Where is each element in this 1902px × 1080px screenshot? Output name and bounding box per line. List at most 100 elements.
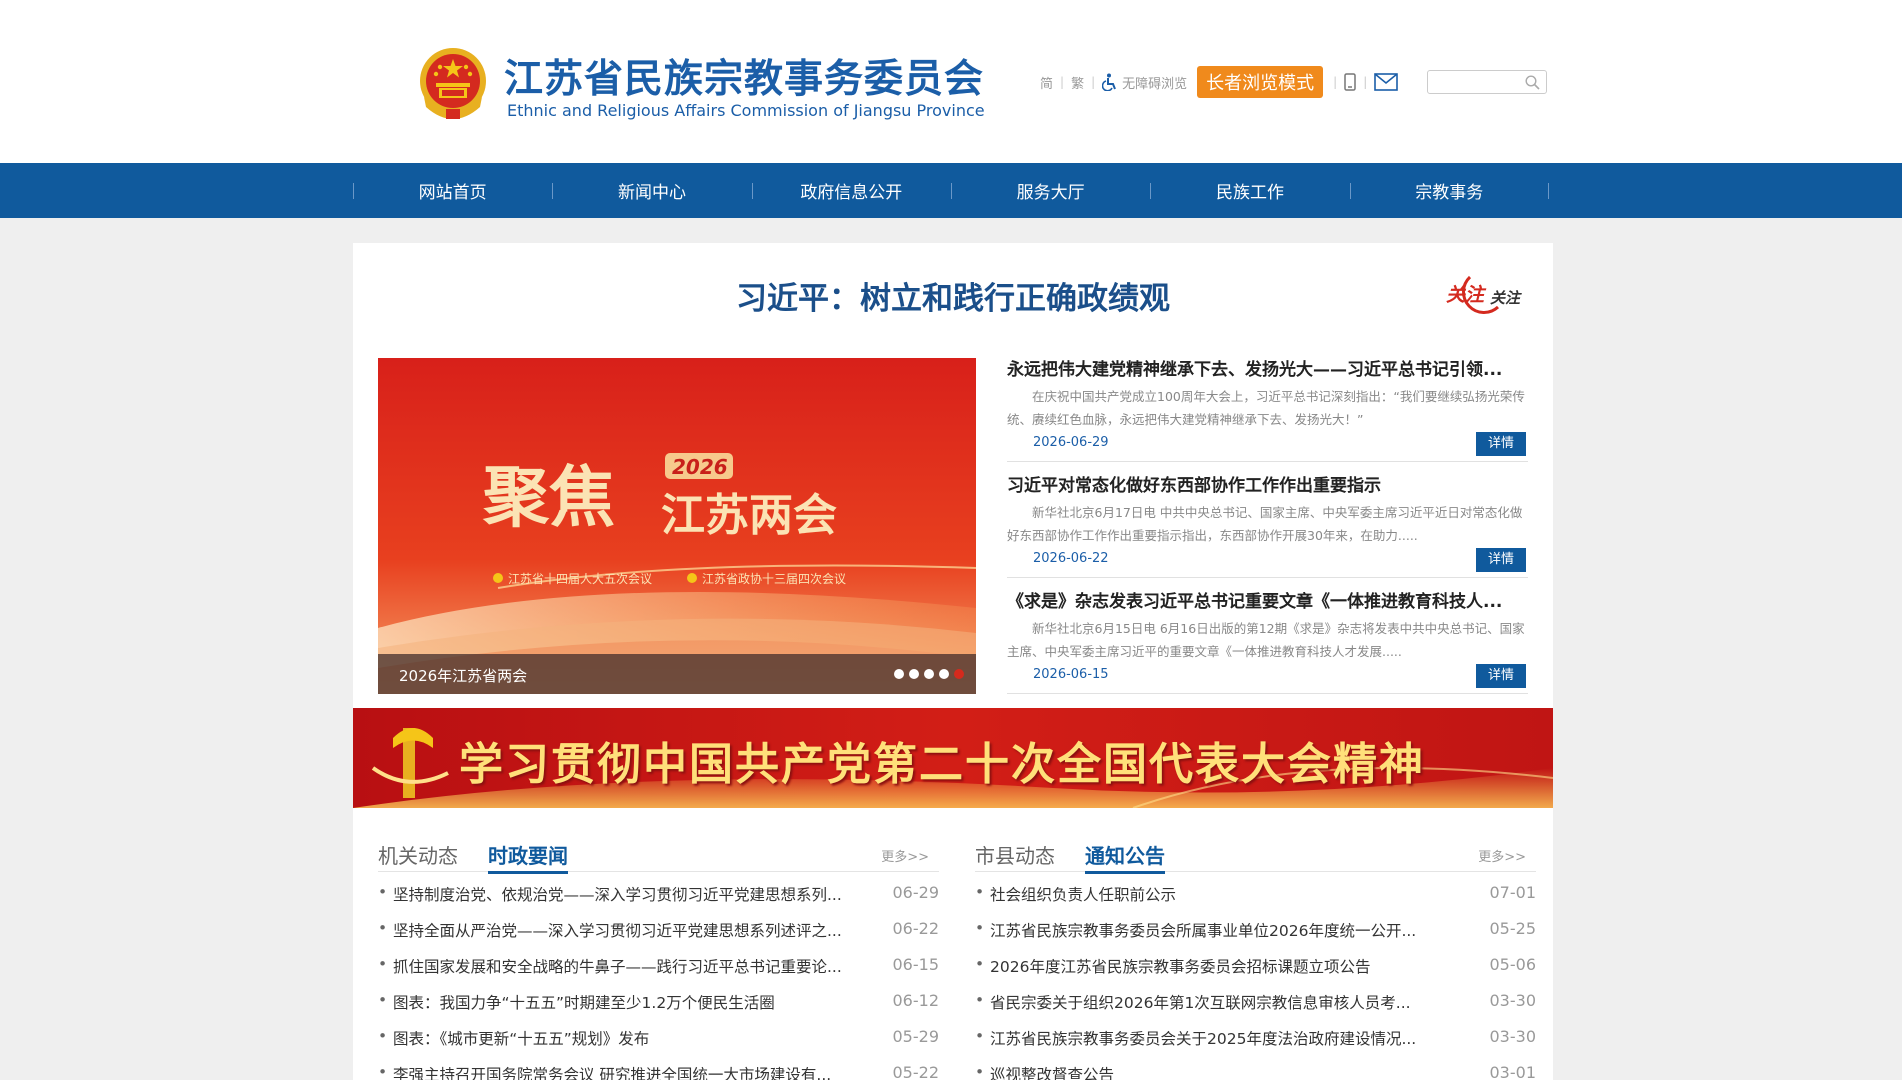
news-date: 2026-06-15: [1033, 667, 1109, 682]
list-item-date: 07-01: [1489, 883, 1537, 902]
accessibility-icon[interactable]: [1102, 73, 1118, 91]
list-item[interactable]: • 社会组织负责人任职前公示 07-01: [975, 883, 1536, 919]
simplified-chinese-link[interactable]: 简: [1040, 73, 1053, 92]
carousel-caption-bar: 2026年江苏省两会: [378, 654, 976, 694]
list-item-title[interactable]: 抓住国家发展和安全战略的牛鼻子——践行习近平总书记重要论...: [393, 955, 863, 977]
bullet: •: [378, 991, 388, 1009]
list-item-date: 05-06: [1489, 955, 1537, 974]
news-title[interactable]: 《求是》杂志发表习近平总书记重要文章《一体推进教育科技人...: [1007, 587, 1528, 612]
carousel-dot[interactable]: [939, 669, 949, 679]
bullet: •: [975, 991, 985, 1009]
list-item-title[interactable]: 图表：我国力争“十五五”时期建至少1.2万个便民生活圈: [393, 991, 863, 1013]
tab-city-county-news[interactable]: 市县动态: [975, 840, 1055, 869]
carousel-dot[interactable]: [924, 669, 934, 679]
site-subtitle: Ethnic and Religious Affairs Commission …: [507, 101, 985, 120]
site-header: 江苏省民族宗教事务委员会 Ethnic and Religious Affair…: [0, 0, 1902, 163]
list-item-date: 05-22: [892, 1063, 940, 1080]
nav-item-ethnic-work[interactable]: 民族工作: [1150, 163, 1349, 218]
list-item[interactable]: • 省民宗委关于组织2026年第1次互联网宗教信息审核人员考... 03-30: [975, 991, 1536, 1027]
news-title[interactable]: 习近平对常态化做好东西部协作工作作出重要指示: [1007, 471, 1528, 496]
mail-icon[interactable]: [1374, 73, 1399, 91]
list-item-title[interactable]: 社会组织负责人任职前公示: [990, 883, 1460, 905]
carousel-dots: [894, 669, 964, 679]
list-item-title[interactable]: 李强主持召开国务院常务会议 研究推进全国统一大市场建设有...: [393, 1063, 863, 1080]
list-item[interactable]: • 巡视整改督查公告 03-01: [975, 1063, 1536, 1080]
search-icon[interactable]: [1525, 75, 1540, 90]
tab-announcements[interactable]: 通知公告: [1085, 840, 1165, 874]
list-item[interactable]: • 图表：我国力争“十五五”时期建至少1.2万个便民生活圈 06-12: [378, 991, 939, 1027]
list-item[interactable]: • 坚持全面从严治党——深入学习贯彻习近平党建思想系列述评之... 06-22: [378, 919, 939, 955]
list-item[interactable]: • 江苏省民族宗教事务委员会所属事业单位2026年度统一公开... 05-25: [975, 919, 1536, 955]
list-item-title[interactable]: 江苏省民族宗教事务委员会关于2025年度法治政府建设情况...: [990, 1027, 1460, 1049]
nav-item-service-hall[interactable]: 服务大厅: [950, 163, 1150, 218]
main-content: 习近平：树立和践行正确政绩观 关注 关注 聚焦 2026 江苏两会 江苏省十四届…: [353, 243, 1553, 1080]
featured-news-list: 永远把伟大建党精神继承下去、发扬光大——习近平总书记引领... 在庆祝中国共产党…: [1007, 346, 1528, 694]
accessible-browsing-link[interactable]: 无障碍浏览: [1122, 73, 1187, 92]
right-news-rows: • 社会组织负责人任职前公示 07-01 • 江苏省民族宗教事务委员会所属事业单位20…: [975, 883, 1536, 1080]
list-item-title[interactable]: 省民宗委关于组织2026年第1次互联网宗教信息审核人员考...: [990, 991, 1460, 1013]
nav-item-home[interactable]: 网站首页: [353, 163, 552, 218]
left-tabs: 机关动态 时政要闻 更多>>: [378, 840, 939, 874]
news-summary: 新华社北京6月17日电 中共中央总书记、国家主席、中央军委主席习近平近日对常态化…: [1007, 505, 1523, 543]
national-emblem-logo: [420, 48, 486, 119]
carousel-dot[interactable]: [909, 669, 919, 679]
slide-sub2-text: 江苏省政协十三届四次会议: [702, 571, 846, 586]
list-item-date: 03-30: [1489, 991, 1537, 1010]
headline-link[interactable]: 习近平：树立和践行正确政绩观: [353, 273, 1553, 318]
list-item-title[interactable]: 巡视整改督查公告: [990, 1063, 1460, 1080]
nav-item-news-center[interactable]: 新闻中心: [552, 163, 751, 218]
traditional-chinese-link[interactable]: 繁: [1071, 73, 1084, 92]
list-item[interactable]: • 坚持制度治党、依规治党——深入学习贯彻习近平党建思想系列... 06-29: [378, 883, 939, 919]
carousel-caption[interactable]: 2026年江苏省两会: [399, 665, 527, 686]
news-item: 习近平对常态化做好东西部协作工作作出重要指示 新华社北京6月17日电 中共中央总…: [1007, 462, 1528, 578]
carousel-slide-image[interactable]: 聚焦 2026 江苏两会 江苏省十四届人大五次会议 江苏省政协十三届四次会议: [378, 358, 976, 694]
carousel-dot[interactable]: [894, 669, 904, 679]
bullet: •: [378, 955, 388, 973]
list-item-date: 03-30: [1489, 1027, 1537, 1046]
nav-item-religious-affairs[interactable]: 宗教事务: [1349, 163, 1549, 218]
site-title: 江苏省民族宗教事务委员会: [504, 57, 985, 102]
news-summary: 新华社北京6月15日电 6月16日出版的第12期《求是》杂志将发表中共中央总书记…: [1007, 621, 1525, 659]
news-item: 《求是》杂志发表习近平总书记重要文章《一体推进教育科技人... 新华社北京6月1…: [1007, 578, 1528, 694]
main-nav: 网站首页 新闻中心 政府信息公开 服务大厅 民族工作 宗教事务: [0, 163, 1902, 218]
image-carousel[interactable]: 聚焦 2026 江苏两会 江苏省十四届人大五次会议 江苏省政协十三届四次会议 2…: [378, 358, 976, 694]
list-item[interactable]: • 图表：《城市更新“十五五”规划》发布 05-29: [378, 1027, 939, 1063]
tab-current-affairs[interactable]: 时政要闻: [488, 840, 568, 874]
elder-mode-button[interactable]: 长者浏览模式: [1197, 66, 1324, 98]
more-link[interactable]: 更多>>: [1478, 846, 1526, 865]
bullet: •: [975, 1027, 985, 1045]
list-item-title[interactable]: 坚持制度治党、依规治党——深入学习贯彻习近平党建思想系列...: [393, 883, 863, 905]
list-item[interactable]: • 江苏省民族宗教事务委员会关于2025年度法治政府建设情况... 03-30: [975, 1027, 1536, 1063]
mobile-phone-icon[interactable]: [1344, 73, 1356, 91]
detail-button[interactable]: 详情: [1476, 432, 1526, 456]
search-input[interactable]: [1432, 71, 1520, 93]
detail-button[interactable]: 详情: [1476, 664, 1526, 688]
detail-button[interactable]: 详情: [1476, 548, 1526, 572]
party-congress-banner[interactable]: 学习贯彻中国共产党第二十次全国代表大会精神: [353, 708, 1553, 808]
nav-item-gov-info[interactable]: 政府信息公开: [751, 163, 951, 218]
more-link[interactable]: 更多>>: [881, 846, 929, 865]
list-item[interactable]: • 抓住国家发展和安全战略的牛鼻子——践行习近平总书记重要论... 06-15: [378, 955, 939, 991]
list-item-date: 03-01: [1489, 1063, 1537, 1080]
carousel-dot-active[interactable]: [954, 669, 964, 679]
list-item-title[interactable]: 图表：《城市更新“十五五”规划》发布: [393, 1027, 863, 1049]
bullet: •: [975, 919, 985, 937]
list-item-title[interactable]: 2026年度江苏省民族宗教事务委员会招标课题立项公告: [990, 955, 1460, 977]
focus-badge-logo: 关注 关注: [1446, 275, 1522, 314]
list-item-date: 05-29: [892, 1027, 940, 1046]
slide-sub1-text: 江苏省十四届人大五次会议: [508, 572, 652, 586]
list-item-title[interactable]: 江苏省民族宗教事务委员会所属事业单位2026年度统一公开...: [990, 919, 1460, 941]
list-item-title[interactable]: 坚持全面从严治党——深入学习贯彻习近平党建思想系列述评之...: [393, 919, 863, 941]
list-item[interactable]: • 2026年度江苏省民族宗教事务委员会招标课题立项公告 05-06: [975, 955, 1536, 991]
banner-text: 学习贯彻中国共产党第二十次全国代表大会精神: [459, 739, 1425, 790]
tab-agency-news[interactable]: 机关动态: [378, 840, 458, 869]
search-box[interactable]: [1427, 70, 1547, 94]
svg-text:关注: 关注: [1446, 284, 1487, 306]
news-title[interactable]: 永远把伟大建党精神继承下去、发扬光大——习近平总书记引领...: [1007, 355, 1528, 380]
main-nav-items: 网站首页 新闻中心 政府信息公开 服务大厅 民族工作 宗教事务: [353, 163, 1549, 218]
tool-separator: |: [1091, 75, 1096, 89]
bullet: •: [975, 955, 985, 973]
left-news-rows: • 坚持制度治党、依规治党——深入学习贯彻习近平党建思想系列... 06-29 • 坚…: [378, 883, 939, 1080]
list-item-date: 06-12: [892, 991, 940, 1010]
list-item[interactable]: • 李强主持召开国务院常务会议 研究推进全国统一大市场建设有... 05-22: [378, 1063, 939, 1080]
